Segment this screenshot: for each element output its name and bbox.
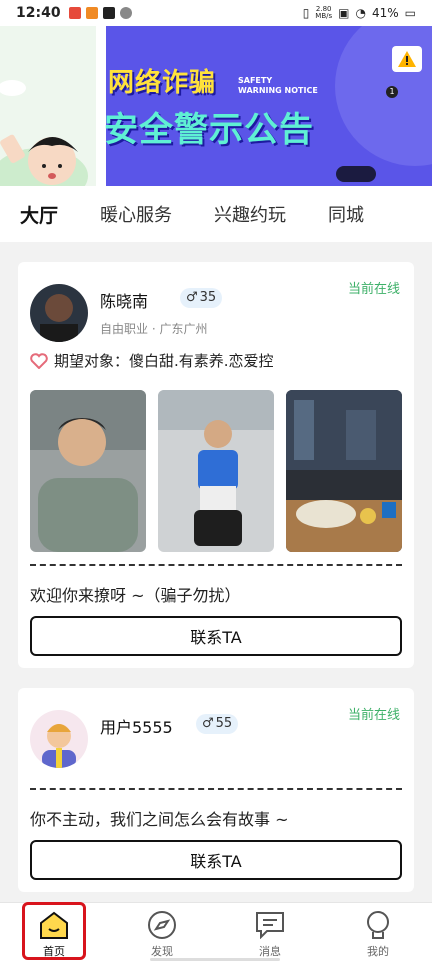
tab-warm-service[interactable]: 暖心服务 [100,201,172,227]
age-badge: ♂ 55 [196,714,239,734]
banner-title-line1: 网络诈骗 [108,68,217,98]
home-icon [38,909,70,941]
compass-icon [146,909,178,941]
contact-button[interactable]: 联系TA [30,840,402,880]
online-status: 当前在线 [347,282,400,297]
dog-illustration [336,166,376,182]
user-card[interactable]: 陈晓南 ♂ 35 当前在线 自由职业 · 广东广州 期望对象：傻白甜.有素养.恋爱… [18,262,414,668]
tab-same-city[interactable]: 同城 [328,201,364,227]
photo-gallery [30,390,402,552]
contact-button[interactable]: 联系TA [30,616,402,656]
gesture-bar[interactable] [150,958,280,961]
tab-hall[interactable]: 大厅 [20,201,59,228]
signal-icon: ▣ [338,6,350,20]
banner-title-line2: 安全警示公告 [104,110,314,150]
tab-interest-play[interactable]: 兴趣约玩 [214,201,286,227]
user-photo[interactable] [30,390,146,552]
user-photo[interactable] [286,390,402,552]
cartoon-person-illustration [0,80,88,186]
status-bar: 12:40 ▯ 2.80 MB/s ▣ ◔ 41% ▭ [0,0,432,26]
category-tabs: 大厅 暖心服务 兴趣约玩 同城 [0,186,432,242]
heart-icon [30,352,48,369]
user-meta: 自由职业 · 广东广州 [100,322,208,336]
bottom-nav: 首页 发现 消息 我的 [0,902,432,964]
username: 用户5555 [100,718,173,737]
app-notification-icon [68,7,81,19]
divider [30,788,402,790]
wifi-icon: ◔ [355,6,366,20]
divider [30,564,402,566]
banner-illustration [0,26,100,186]
user-photo[interactable] [158,390,274,552]
app-notification-icon [119,7,132,19]
banner-page-indicator: 1 [386,86,398,98]
male-icon: ♂ [186,290,198,305]
avatar[interactable] [30,284,88,342]
online-status: 当前在线 [347,708,400,723]
avatar[interactable] [30,710,88,768]
tiktok-icon [102,7,115,19]
battery-icon: ▭ [404,6,416,20]
battery-level: 41% [371,6,399,20]
message-icon [254,909,286,941]
profile-icon [362,909,394,941]
status-time: 12:40 [16,5,61,21]
network-speed: 2.80 MB/s [315,5,333,20]
age-badge: ♂ 35 [180,288,223,308]
banner-subtitle: SAFETY WARNING NOTICE [238,76,318,95]
safety-banner[interactable]: 网络诈骗 SAFETY WARNING NOTICE 安全警示公告 1 [0,26,432,186]
app-notification-icon [85,7,98,19]
nav-profile[interactable]: 我的 [324,903,432,964]
user-intro: 欢迎你来撩呀 ~（骗子勿扰） [30,586,241,605]
nav-discover[interactable]: 发现 [108,903,216,964]
vibrate-icon: ▯ [302,6,310,20]
nav-home[interactable]: 首页 [0,903,108,964]
warning-icon [392,46,422,72]
male-icon: ♂ [202,716,214,731]
nav-messages[interactable]: 消息 [216,903,324,964]
user-card[interactable]: 用户5555 ♂ 55 当前在线 你不主动，我们之间怎么会有故事 ~ 联系TA [18,688,414,892]
user-intro: 你不主动，我们之间怎么会有故事 ~ [30,810,289,829]
username: 陈晓南 [100,292,149,311]
expectation: 期望对象：傻白甜.有素养.恋爱控 [30,350,274,371]
